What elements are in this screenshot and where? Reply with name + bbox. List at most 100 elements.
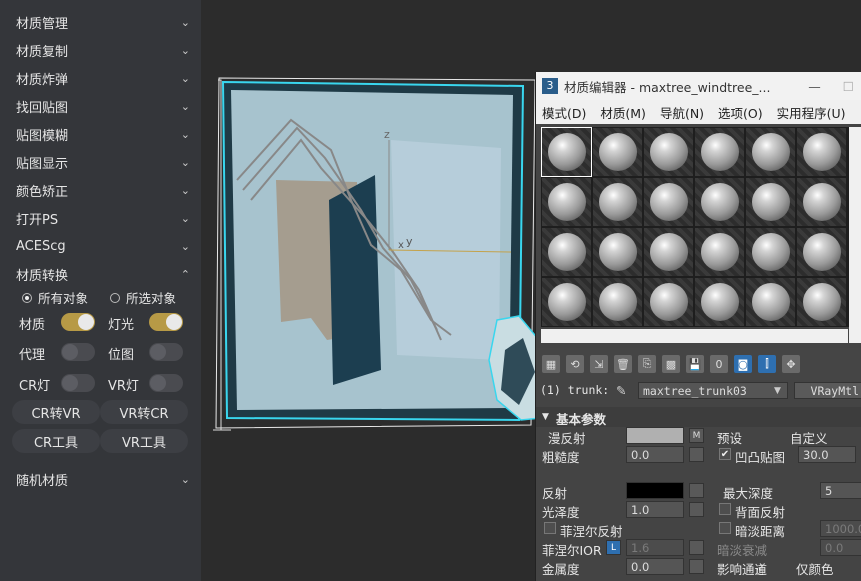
cr-light-toggle[interactable] bbox=[61, 374, 95, 392]
reflect-map-button[interactable] bbox=[689, 483, 704, 498]
vr-to-cr-button[interactable]: VR转CR bbox=[100, 400, 188, 424]
material-slot[interactable] bbox=[695, 178, 744, 226]
dropdown-arrow-icon[interactable]: ▼ bbox=[774, 386, 781, 396]
section-acescg[interactable]: ACEScg ⌄ bbox=[8, 234, 194, 258]
maximize-icon[interactable]: ☐ bbox=[843, 79, 854, 94]
get-material-icon[interactable]: ▦ bbox=[542, 355, 560, 373]
material-slot[interactable] bbox=[746, 278, 795, 326]
menu-utilities[interactable]: 实用程序(U) bbox=[777, 103, 846, 122]
proxy-toggle[interactable] bbox=[61, 343, 95, 361]
section-random-material[interactable]: 随机材质 ⌄ bbox=[8, 467, 194, 491]
section-material-bomb[interactable]: 材质炸弹 ⌄ bbox=[8, 66, 194, 90]
material-slot[interactable] bbox=[542, 228, 591, 276]
save-to-library-icon[interactable]: 💾 bbox=[686, 355, 704, 373]
fresnel-checkbox[interactable] bbox=[544, 522, 556, 534]
material-slot[interactable] bbox=[593, 278, 642, 326]
section-material-convert[interactable]: 材质转换 ⌃ bbox=[8, 262, 194, 286]
diffuse-color-swatch[interactable] bbox=[626, 427, 684, 444]
material-slot[interactable] bbox=[746, 178, 795, 226]
editor-toolbar: ▦ ⟲ ⇲ 🗑 ⎘ ▩ 💾 0 ◙ ⫿ ✥ bbox=[536, 348, 861, 380]
material-slot[interactable] bbox=[644, 178, 693, 226]
menu-options[interactable]: 选项(O) bbox=[718, 103, 763, 122]
dim-distance-spinner[interactable]: 1000.0 bbox=[820, 520, 861, 537]
title-bar[interactable]: 3 材质编辑器 - maxtree_windtree_... — ☐ bbox=[536, 72, 861, 100]
dim-distance-checkbox[interactable] bbox=[719, 522, 731, 534]
section-material-copy[interactable]: 材质复制 ⌄ bbox=[8, 38, 194, 62]
cr-tools-button[interactable]: CR工具 bbox=[12, 429, 100, 453]
radio-selected-objects[interactable]: 所选对象 bbox=[110, 288, 176, 307]
radio-all-objects[interactable]: 所有对象 bbox=[22, 288, 88, 307]
bump-checkbox[interactable]: ✔ bbox=[719, 448, 731, 460]
show-in-viewport-icon[interactable]: ◙ bbox=[734, 355, 752, 373]
make-unique-icon[interactable]: ▩ bbox=[662, 355, 680, 373]
material-sphere-preview bbox=[548, 233, 586, 271]
max-depth-spinner[interactable]: 5 bbox=[820, 482, 861, 499]
show-end-result-icon[interactable]: ⫿ bbox=[758, 355, 776, 373]
go-to-parent-icon[interactable]: ✥ bbox=[782, 355, 800, 373]
menu-material[interactable]: 材质(M) bbox=[600, 103, 646, 122]
gloss-map-button[interactable] bbox=[689, 502, 704, 517]
material-editor-window: 3 材质编辑器 - maxtree_windtree_... — ☐ 模式(D)… bbox=[535, 72, 861, 581]
material-toggle[interactable] bbox=[61, 313, 95, 331]
material-slot[interactable] bbox=[593, 128, 642, 176]
section-material-manage[interactable]: 材质管理 ⌄ bbox=[8, 10, 194, 34]
material-slot[interactable] bbox=[695, 228, 744, 276]
chevron-down-icon: ⌄ bbox=[180, 99, 190, 113]
section-recover-maps[interactable]: 找回贴图 ⌄ bbox=[8, 94, 194, 118]
material-slot[interactable] bbox=[593, 178, 642, 226]
horizontal-scrollbar[interactable] bbox=[541, 329, 848, 343]
section-map-display[interactable]: 贴图显示 ⌄ bbox=[8, 150, 194, 174]
section-color-correct[interactable]: 颜色矫正 ⌄ bbox=[8, 178, 194, 202]
vr-tools-button[interactable]: VR工具 bbox=[100, 429, 188, 453]
material-slot[interactable] bbox=[797, 278, 846, 326]
delete-icon[interactable]: 🗑 bbox=[614, 355, 632, 373]
material-slot[interactable] bbox=[593, 228, 642, 276]
material-slot[interactable] bbox=[542, 278, 591, 326]
light-toggle[interactable] bbox=[149, 313, 183, 331]
dim-falloff-spinner[interactable]: 0.0 bbox=[820, 539, 861, 556]
eyedropper-icon[interactable]: ✎ bbox=[616, 383, 626, 398]
rollout-header[interactable]: ▼ 基本参数 bbox=[536, 407, 861, 427]
material-name-field[interactable]: maxtree_trunk03 bbox=[638, 382, 788, 399]
vertical-scrollbar[interactable] bbox=[849, 127, 861, 343]
section-map-blur[interactable]: 贴图模糊 ⌄ bbox=[8, 122, 194, 146]
section-open-ps[interactable]: 打开PS ⌄ bbox=[8, 206, 194, 230]
material-slot[interactable] bbox=[644, 278, 693, 326]
metalness-map-button[interactable] bbox=[689, 559, 704, 574]
material-slot[interactable] bbox=[746, 128, 795, 176]
material-slot[interactable] bbox=[746, 228, 795, 276]
material-slot[interactable] bbox=[542, 178, 591, 226]
gloss-spinner[interactable]: 1.0 bbox=[626, 501, 684, 518]
material-slot[interactable] bbox=[797, 128, 846, 176]
put-to-scene-icon[interactable]: ⟲ bbox=[566, 355, 584, 373]
material-slot[interactable] bbox=[541, 127, 592, 177]
fresnel-lock-button[interactable]: L bbox=[606, 540, 621, 555]
affect-channels-value[interactable]: 仅颜色 bbox=[796, 559, 834, 578]
fresnel-ior-spinner[interactable]: 1.6 bbox=[626, 539, 684, 556]
reflect-color-swatch[interactable] bbox=[626, 482, 684, 499]
roughness-spinner[interactable]: 0.0 bbox=[626, 446, 684, 463]
material-slot[interactable] bbox=[797, 178, 846, 226]
material-slot[interactable] bbox=[644, 128, 693, 176]
material-slot[interactable] bbox=[695, 128, 744, 176]
cr-to-vr-button[interactable]: CR转VR bbox=[12, 400, 100, 424]
minimize-icon[interactable]: — bbox=[808, 79, 821, 94]
fresnel-ior-map-button[interactable] bbox=[689, 540, 704, 555]
bump-spinner[interactable]: 30.0 bbox=[798, 446, 856, 463]
section-label: 找回贴图 bbox=[16, 100, 69, 116]
back-reflect-checkbox[interactable] bbox=[719, 503, 731, 515]
material-slot[interactable] bbox=[644, 228, 693, 276]
material-type-button[interactable]: VRayMtl bbox=[794, 382, 861, 399]
roughness-map-button[interactable] bbox=[689, 447, 704, 462]
diffuse-map-button[interactable]: M bbox=[689, 428, 704, 443]
menu-mode[interactable]: 模式(D) bbox=[542, 103, 586, 122]
bitmap-toggle[interactable] bbox=[149, 343, 183, 361]
assign-to-selection-icon[interactable]: ⇲ bbox=[590, 355, 608, 373]
material-id-icon[interactable]: 0 bbox=[710, 355, 728, 373]
menu-navigation[interactable]: 导航(N) bbox=[660, 103, 704, 122]
material-slot[interactable] bbox=[797, 228, 846, 276]
metalness-spinner[interactable]: 0.0 bbox=[626, 558, 684, 575]
material-slot[interactable] bbox=[695, 278, 744, 326]
vr-light-toggle[interactable] bbox=[149, 374, 183, 392]
make-copy-icon[interactable]: ⎘ bbox=[638, 355, 656, 373]
